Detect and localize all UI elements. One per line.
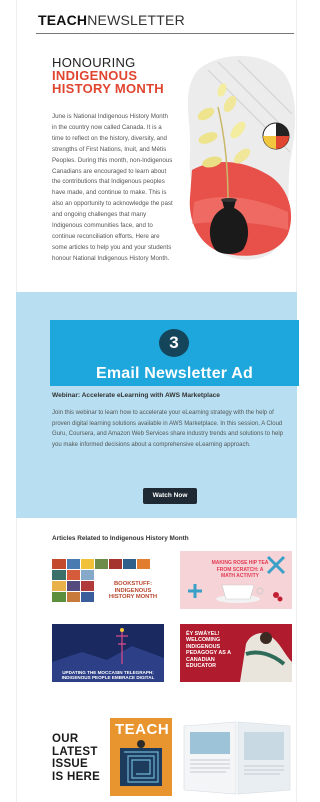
masthead-logo[interactable]: TEACHNEWSLETTER	[38, 12, 185, 28]
article-card-ey-swayel[interactable]: ÉY SWÁYEL! WELCOMING INDIGENOUS PEDAGOGY…	[180, 624, 292, 682]
latest-issue-heading: OUR LATEST ISSUE IS HERE	[52, 733, 100, 783]
ad-label: Email Newsletter Ad	[95, 365, 254, 382]
issue-line4: IS HERE	[52, 770, 101, 783]
hero-body-text: June is National Indigenous History Mont…	[52, 113, 173, 262]
article-card-title: BOOKSTUFF: INDIGENOUS HISTORY MONTH	[108, 581, 158, 601]
hero-illustration	[187, 56, 296, 260]
email-newsletter-ad-box[interactable]: 3 Email Newsletter Ad	[50, 320, 299, 386]
webinar-body-text: Join this webinar to learn how to accele…	[52, 410, 284, 448]
article-card-rose-hip-tea[interactable]: MAKING ROSE HIP TEA FROM SCRATCH: A MATH…	[180, 551, 292, 609]
masthead-bold: TEACH	[38, 12, 88, 28]
watch-now-button[interactable]: Watch Now	[143, 488, 197, 504]
article-card-title: ÉY SWÁYEL! WELCOMING INDIGENOUS PEDAGOGY…	[186, 631, 231, 670]
issue-line1: OUR	[52, 733, 79, 745]
article-card-bookstuff[interactable]: BOOKSTUFF: INDIGENOUS HISTORY MONTH	[52, 551, 164, 609]
masthead-light: NEWSLETTER	[87, 12, 185, 28]
webinar-title[interactable]: Webinar: Accelerate eLearning with AWS M…	[52, 392, 292, 399]
magazine-spread-image[interactable]	[180, 720, 294, 796]
issue-line2: LATEST	[52, 745, 98, 758]
issue-cover-image[interactable]: TEACH	[110, 718, 172, 796]
articles-section-title: Articles Related to Indigenous History M…	[52, 535, 189, 542]
article-card-title: MAKING ROSE HIP TEA FROM SCRATCH: A MATH…	[211, 560, 269, 580]
hero-title: HONOURING INDIGENOUS HISTORY MONTH	[52, 56, 192, 95]
article-card-title: UPDATING THE MOCCASIN TELEGRAPH: INDIGEN…	[61, 670, 155, 681]
issue-line3: ISSUE	[52, 758, 89, 770]
article-card-moccasin-telegraph[interactable]: UPDATING THE MOCCASIN TELEGRAPH: INDIGEN…	[52, 624, 164, 682]
hero-title-line3: HISTORY MONTH	[52, 81, 165, 96]
masthead-divider	[36, 33, 294, 34]
maze-figure-art	[120, 740, 162, 786]
ad-number-badge: 3	[159, 329, 189, 357]
